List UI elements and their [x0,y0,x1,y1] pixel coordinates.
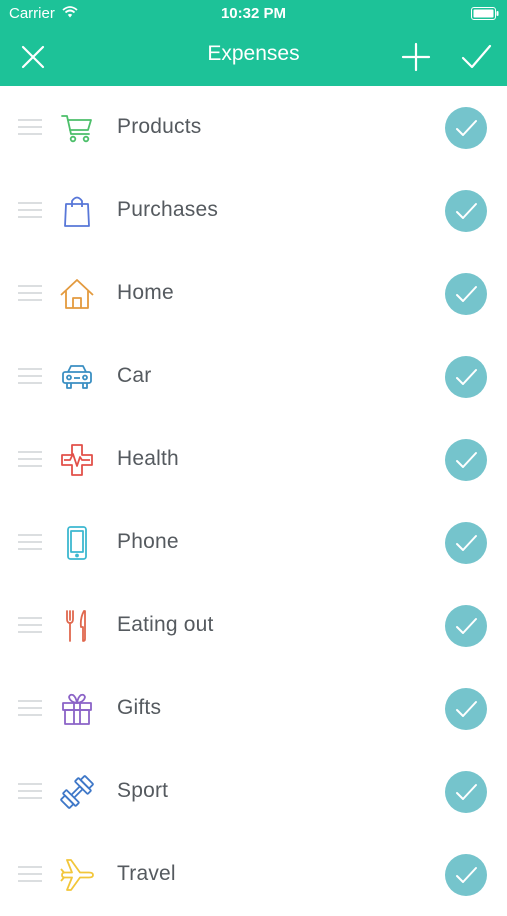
phone-icon [67,526,87,560]
drag-handle-icon[interactable] [18,782,42,800]
drag-handle-icon[interactable] [18,616,42,634]
checkmark-icon [456,867,477,883]
selected-toggle[interactable] [445,522,487,564]
shopping-bag-icon [64,196,90,227]
medical-cross-icon [61,444,93,476]
category-label: Purchases [117,198,219,221]
list-item[interactable]: Gifts [0,667,507,750]
status-time: 10:32 PM [220,5,287,22]
fork-knife-icon [66,610,86,642]
list-item[interactable]: Phone [0,501,507,584]
list-item[interactable]: Health [0,418,507,501]
category-label: Travel [117,862,176,885]
selected-toggle[interactable] [445,771,487,813]
navigation-bar: Expenses [0,28,507,86]
dumbbell-icon [60,775,94,809]
selected-toggle[interactable] [445,190,487,232]
checkmark-icon [456,618,477,634]
drag-handle-icon[interactable] [18,284,42,302]
add-button[interactable] [400,41,432,73]
category-label: Gifts [117,696,162,719]
list-item[interactable]: Sport [0,750,507,833]
battery-icon [471,7,499,20]
list-item[interactable]: Car [0,335,507,418]
checkmark-icon [456,369,477,385]
gift-icon [62,693,92,725]
selected-toggle[interactable] [445,439,487,481]
drag-handle-icon[interactable] [18,201,42,219]
drag-handle-icon[interactable] [18,367,42,385]
checkmark-icon [456,701,477,717]
drag-handle-icon[interactable] [18,533,42,551]
drag-handle-icon[interactable] [18,118,42,136]
airplane-icon [60,859,94,891]
category-label: Phone [117,530,179,553]
category-label: Home [117,281,174,304]
checkmark-icon [456,286,477,302]
list-item[interactable]: Purchases [0,169,507,252]
drag-handle-icon[interactable] [18,865,42,883]
list-item[interactable]: Products [0,86,507,169]
list-item[interactable]: Eating out [0,584,507,667]
status-bar: Carrier 10:32 PM [0,0,507,28]
category-label: Car [117,364,152,387]
selected-toggle[interactable] [445,356,487,398]
selected-toggle[interactable] [445,688,487,730]
checkmark-icon [456,203,477,219]
drag-handle-icon[interactable] [18,699,42,717]
category-label: Eating out [117,613,214,636]
selected-toggle[interactable] [445,107,487,149]
category-label: Products [117,115,202,138]
list-item[interactable]: Travel [0,833,507,916]
drag-handle-icon[interactable] [18,450,42,468]
header: Carrier 10:32 PM Expenses [0,0,507,86]
checkmark-icon [456,120,477,136]
house-icon [60,279,94,309]
done-button[interactable] [460,41,492,73]
shopping-cart-icon [61,115,92,143]
checkmark-icon [456,784,477,800]
list-item[interactable]: Home [0,252,507,335]
selected-toggle[interactable] [445,854,487,896]
checkmark-icon [456,535,477,551]
car-icon [62,365,92,389]
selected-toggle[interactable] [445,273,487,315]
selected-toggle[interactable] [445,605,487,647]
checkmark-icon [456,452,477,468]
category-label: Sport [117,779,169,802]
category-label: Health [117,447,179,470]
